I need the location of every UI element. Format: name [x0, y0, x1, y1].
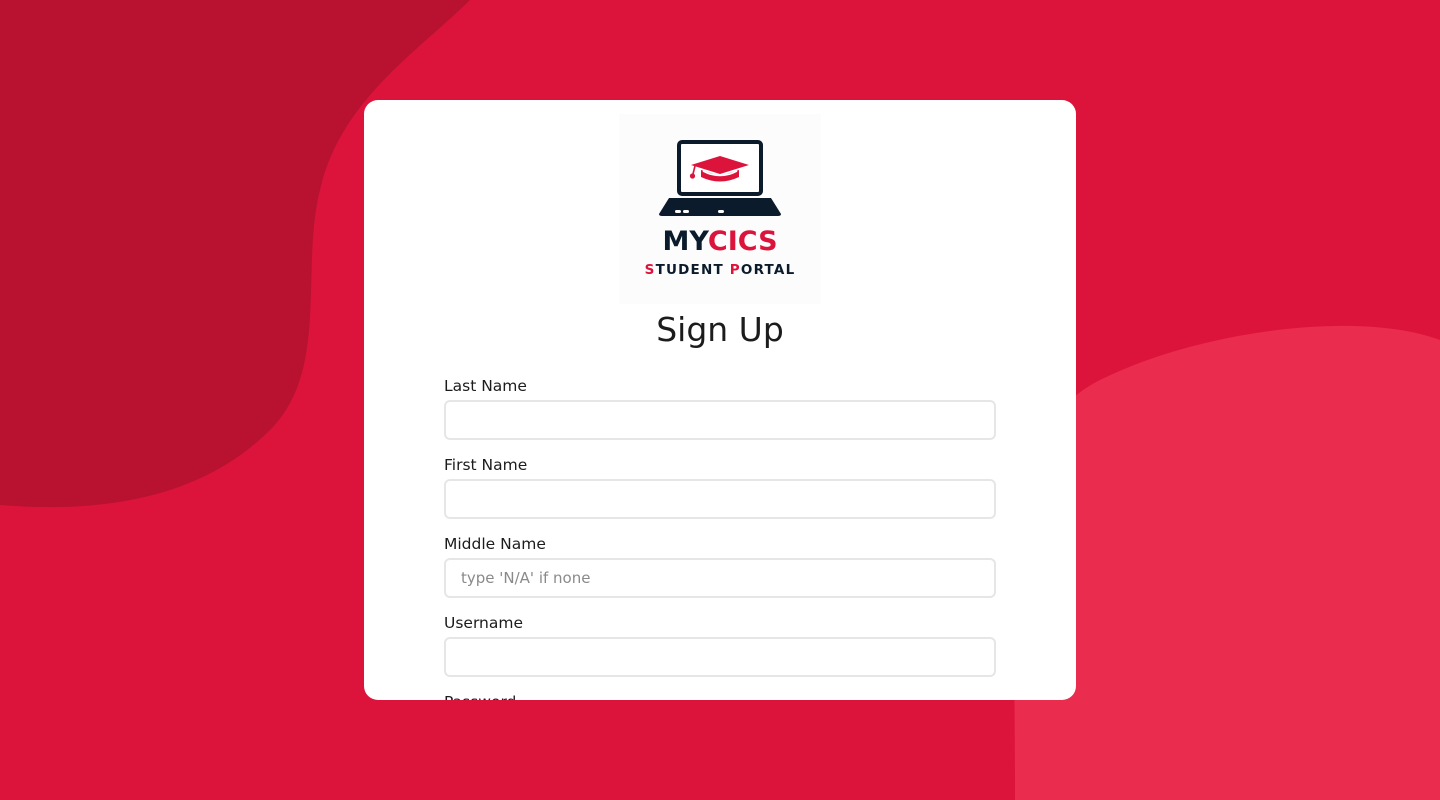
brand-tagline-ortal: ORTAL — [740, 262, 796, 278]
brand-tagline-tudent: TUDENT — [655, 262, 730, 278]
first-name-label: First Name — [444, 456, 528, 474]
brand-tagline: STUDENT PORTAL — [619, 262, 821, 278]
brand-tagline-s: S — [644, 262, 656, 278]
page-title: Sign Up — [656, 310, 784, 349]
middle-name-label: Middle Name — [444, 535, 546, 553]
brand-name-cics: CICS — [707, 226, 778, 257]
password-label: Password — [444, 692, 516, 700]
last-name-label: Last Name — [444, 377, 527, 395]
last-name-input[interactable] — [444, 400, 996, 440]
brand-name: MYCICS — [619, 226, 821, 258]
brand-logo: MYCICS STUDENT PORTAL — [619, 114, 821, 304]
brand-name-my: MY — [662, 226, 708, 257]
brand-tagline-p: P — [729, 262, 741, 278]
first-name-input[interactable] — [444, 479, 996, 519]
middle-name-input[interactable] — [444, 558, 996, 598]
username-input[interactable] — [444, 637, 996, 677]
username-label: Username — [444, 614, 524, 632]
signup-card: MYCICS STUDENT PORTAL Sign Up Last Name … — [364, 100, 1076, 700]
